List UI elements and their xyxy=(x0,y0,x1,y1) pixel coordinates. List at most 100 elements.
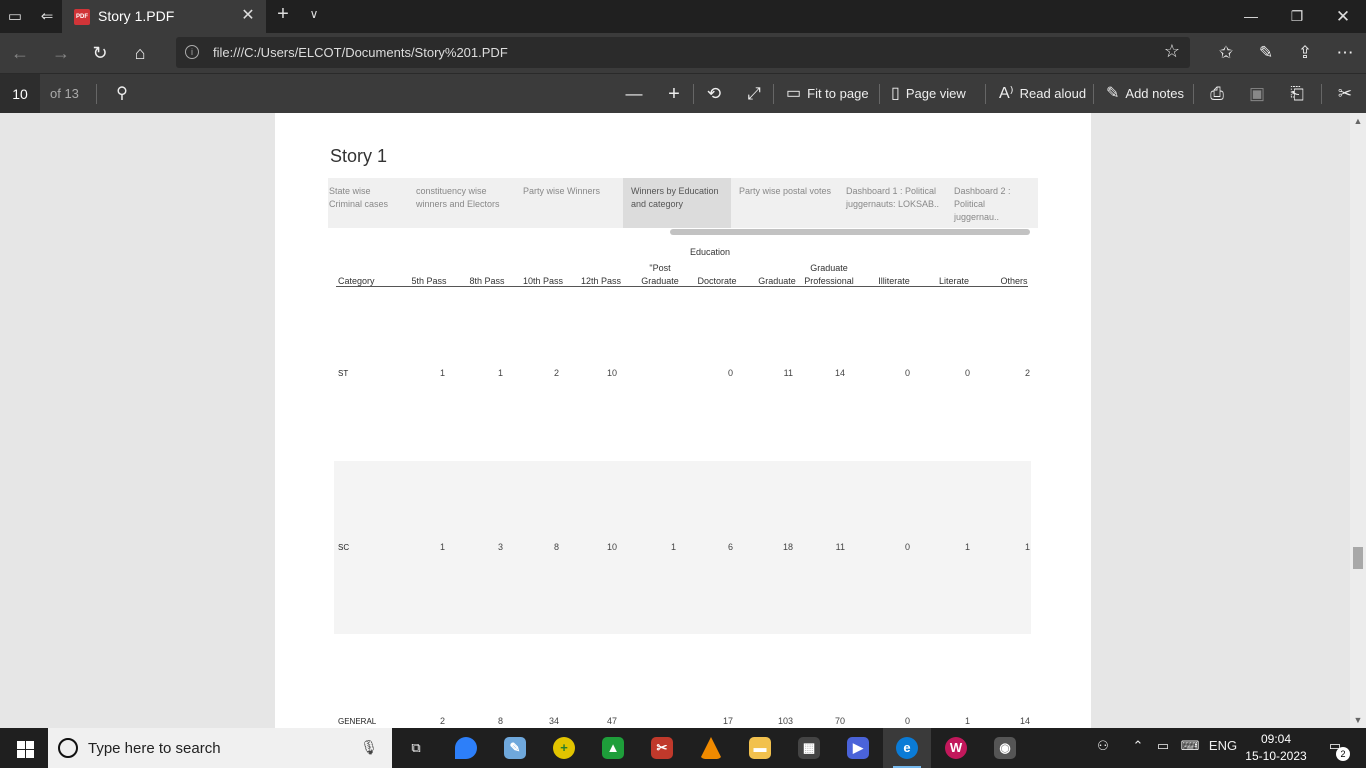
start-button[interactable] xyxy=(0,728,48,768)
story-nav-scrollbar[interactable] xyxy=(670,229,1030,235)
taskbar-app-paint-3d[interactable] xyxy=(442,728,490,768)
vertical-scrollbar[interactable]: ▲ ▼ xyxy=(1350,113,1366,728)
taskbar-app-edge[interactable]: e xyxy=(883,728,931,768)
taskbar-app-media[interactable]: ▶ xyxy=(834,728,882,768)
clock-time: 09:04 xyxy=(1260,732,1292,746)
divider xyxy=(773,84,774,104)
story-tab-party-wise-winners[interactable]: Party wise Winners xyxy=(515,178,623,228)
zoom-in-icon[interactable]: + xyxy=(662,82,686,106)
favorites-icon[interactable]: ✩ xyxy=(1214,41,1238,65)
scrollbar-thumb[interactable] xyxy=(1353,547,1363,569)
wps-icon: W xyxy=(945,737,967,759)
close-tab-icon[interactable]: ✕ xyxy=(238,5,258,25)
story-tab-dashboard-2[interactable]: Dashboard 2 : Political juggernau.. xyxy=(946,178,1038,228)
table-cell: 0 xyxy=(904,368,910,378)
workspaces-icon[interactable]: ▭ xyxy=(4,6,26,28)
taskbar-app-wps[interactable]: W xyxy=(932,728,980,768)
pdf-toolbar: 10 of 13 ⚲ — + ⟲ ⤢ ▭ Fit to page ▯ Page vi… xyxy=(0,73,1366,114)
table-cell: 34 xyxy=(548,716,559,726)
keyboard-icon[interactable]: ⌨ xyxy=(1178,738,1202,754)
navigation-bar: ← → ↻ ⌂ i file:///C:/Users/ELCOT/Documen… xyxy=(0,33,1366,73)
fit-to-page-button[interactable]: ▭ Fit to page xyxy=(786,82,869,106)
close-window-icon[interactable]: ✕ xyxy=(1320,0,1366,33)
table-cell: 6 xyxy=(727,542,733,552)
chevron-down-icon[interactable]: ∨ xyxy=(304,7,324,21)
save-as-icon[interactable]: ⎗ xyxy=(1285,82,1309,106)
table-cell: 103 xyxy=(777,716,793,726)
divider xyxy=(96,84,97,104)
scroll-down-icon[interactable]: ▼ xyxy=(1350,712,1366,728)
row-category: ST xyxy=(338,369,349,378)
table-cell: 1 xyxy=(964,716,970,726)
share-icon[interactable]: ⇪ xyxy=(1293,41,1317,65)
table-cell: 2 xyxy=(439,716,445,726)
print-icon[interactable]: ⎙ xyxy=(1205,82,1229,106)
chevron-up-icon[interactable]: ⌃ xyxy=(1130,738,1146,754)
camera-icon: ◉ xyxy=(994,737,1016,759)
more-options-icon[interactable]: ⋯ xyxy=(1333,41,1357,65)
row-category: SC xyxy=(338,543,350,552)
page-number-input[interactable]: 10 xyxy=(0,74,40,114)
story-tab-winners-by-education[interactable]: Winners by Education and category xyxy=(623,178,731,228)
taskbar-app-paint[interactable]: ✎ xyxy=(491,728,539,768)
taskbar-search[interactable]: Type here to search 🎙 xyxy=(48,728,392,768)
table-cell: 8 xyxy=(553,542,559,552)
minimize-icon[interactable]: — xyxy=(1228,0,1274,33)
new-tab-icon[interactable]: + xyxy=(272,3,294,26)
document-viewer[interactable]: Story 1 State wise Criminal cases consti… xyxy=(0,113,1350,728)
search-icon[interactable]: ⚲ xyxy=(110,82,134,106)
fullscreen-icon[interactable]: ⤢ xyxy=(742,82,766,106)
pin-toolbar-icon[interactable]: ✂ xyxy=(1333,82,1357,106)
taskbar-app-vlc[interactable] xyxy=(687,728,735,768)
table-cell: 14 xyxy=(1019,716,1030,726)
notification-center[interactable]: ▭ 2 xyxy=(1324,738,1350,761)
story-title: Story 1 xyxy=(330,146,388,166)
zoom-out-icon[interactable]: — xyxy=(622,82,646,106)
info-icon[interactable]: i xyxy=(185,45,199,59)
table-cell: 8 xyxy=(497,716,503,726)
folder-icon: ▬ xyxy=(749,737,771,759)
cortana-icon xyxy=(58,738,78,758)
microphone-icon[interactable]: 🎙 xyxy=(360,739,378,756)
taskbar-app-green[interactable]: ▲ xyxy=(589,728,637,768)
clock[interactable]: 09:04 15-10-2023 xyxy=(1236,731,1316,765)
browser-tab[interactable]: PDF Story 1.PDF ✕ xyxy=(62,0,266,33)
taskbar-app-camera[interactable]: ◉ xyxy=(981,728,1029,768)
battery-icon[interactable]: ▭ xyxy=(1154,738,1172,754)
story-tab-dashboard-1[interactable]: Dashboard 1 : Political juggernauts: LOK… xyxy=(838,178,946,228)
tab-actions-icon[interactable]: ⇐ xyxy=(36,6,58,28)
page-view-button[interactable]: ▯ Page view xyxy=(891,82,966,106)
taskbar-app-file-explorer[interactable]: ▬ xyxy=(736,728,784,768)
favorite-star-icon[interactable]: ☆ xyxy=(1164,41,1180,62)
scroll-up-icon[interactable]: ▲ xyxy=(1350,113,1366,129)
story-tab-party-wise-postal-votes[interactable]: Party wise postal votes xyxy=(731,178,838,228)
table-cell: 0 xyxy=(904,716,910,726)
divider xyxy=(879,84,880,104)
column-header: Others xyxy=(974,262,1054,288)
table-cell: 11 xyxy=(835,542,845,552)
save-icon[interactable]: ▣ xyxy=(1245,82,1269,106)
restore-icon[interactable]: ❐ xyxy=(1274,0,1320,33)
taskbar-app-plus[interactable]: + xyxy=(540,728,588,768)
taskbar-app-snip[interactable]: ✂ xyxy=(638,728,686,768)
taskbar-app-store[interactable]: ▦ xyxy=(785,728,833,768)
read-aloud-button[interactable]: A⁾ Read aloud xyxy=(999,82,1086,106)
refresh-icon[interactable]: ↻ xyxy=(87,41,113,65)
address-bar[interactable]: i file:///C:/Users/ELCOT/Documents/Story… xyxy=(176,37,1190,68)
add-notes-button[interactable]: ✎ Add notes xyxy=(1106,82,1184,106)
people-icon[interactable]: ⚇ xyxy=(1094,738,1112,754)
search-placeholder: Type here to search xyxy=(88,740,221,757)
task-view-button[interactable]: ⧉ xyxy=(392,728,440,768)
table-cell: 0 xyxy=(727,368,733,378)
plus-icon: + xyxy=(553,737,575,759)
read-aloud-label: Read aloud xyxy=(1019,86,1087,101)
story-tab-state-wise-criminal-cases[interactable]: State wise Criminal cases xyxy=(328,178,408,228)
forward-icon[interactable]: → xyxy=(48,41,74,65)
back-icon[interactable]: ← xyxy=(7,41,33,65)
home-icon[interactable]: ⌂ xyxy=(127,41,153,65)
table-cell: 1 xyxy=(497,368,503,378)
story-tab-constituency-winners[interactable]: constituency wise winners and Electors xyxy=(408,178,515,228)
rotate-icon[interactable]: ⟲ xyxy=(702,82,726,106)
language-indicator[interactable]: ENG xyxy=(1208,738,1238,753)
pen-icon[interactable]: ✎ xyxy=(1254,41,1278,65)
